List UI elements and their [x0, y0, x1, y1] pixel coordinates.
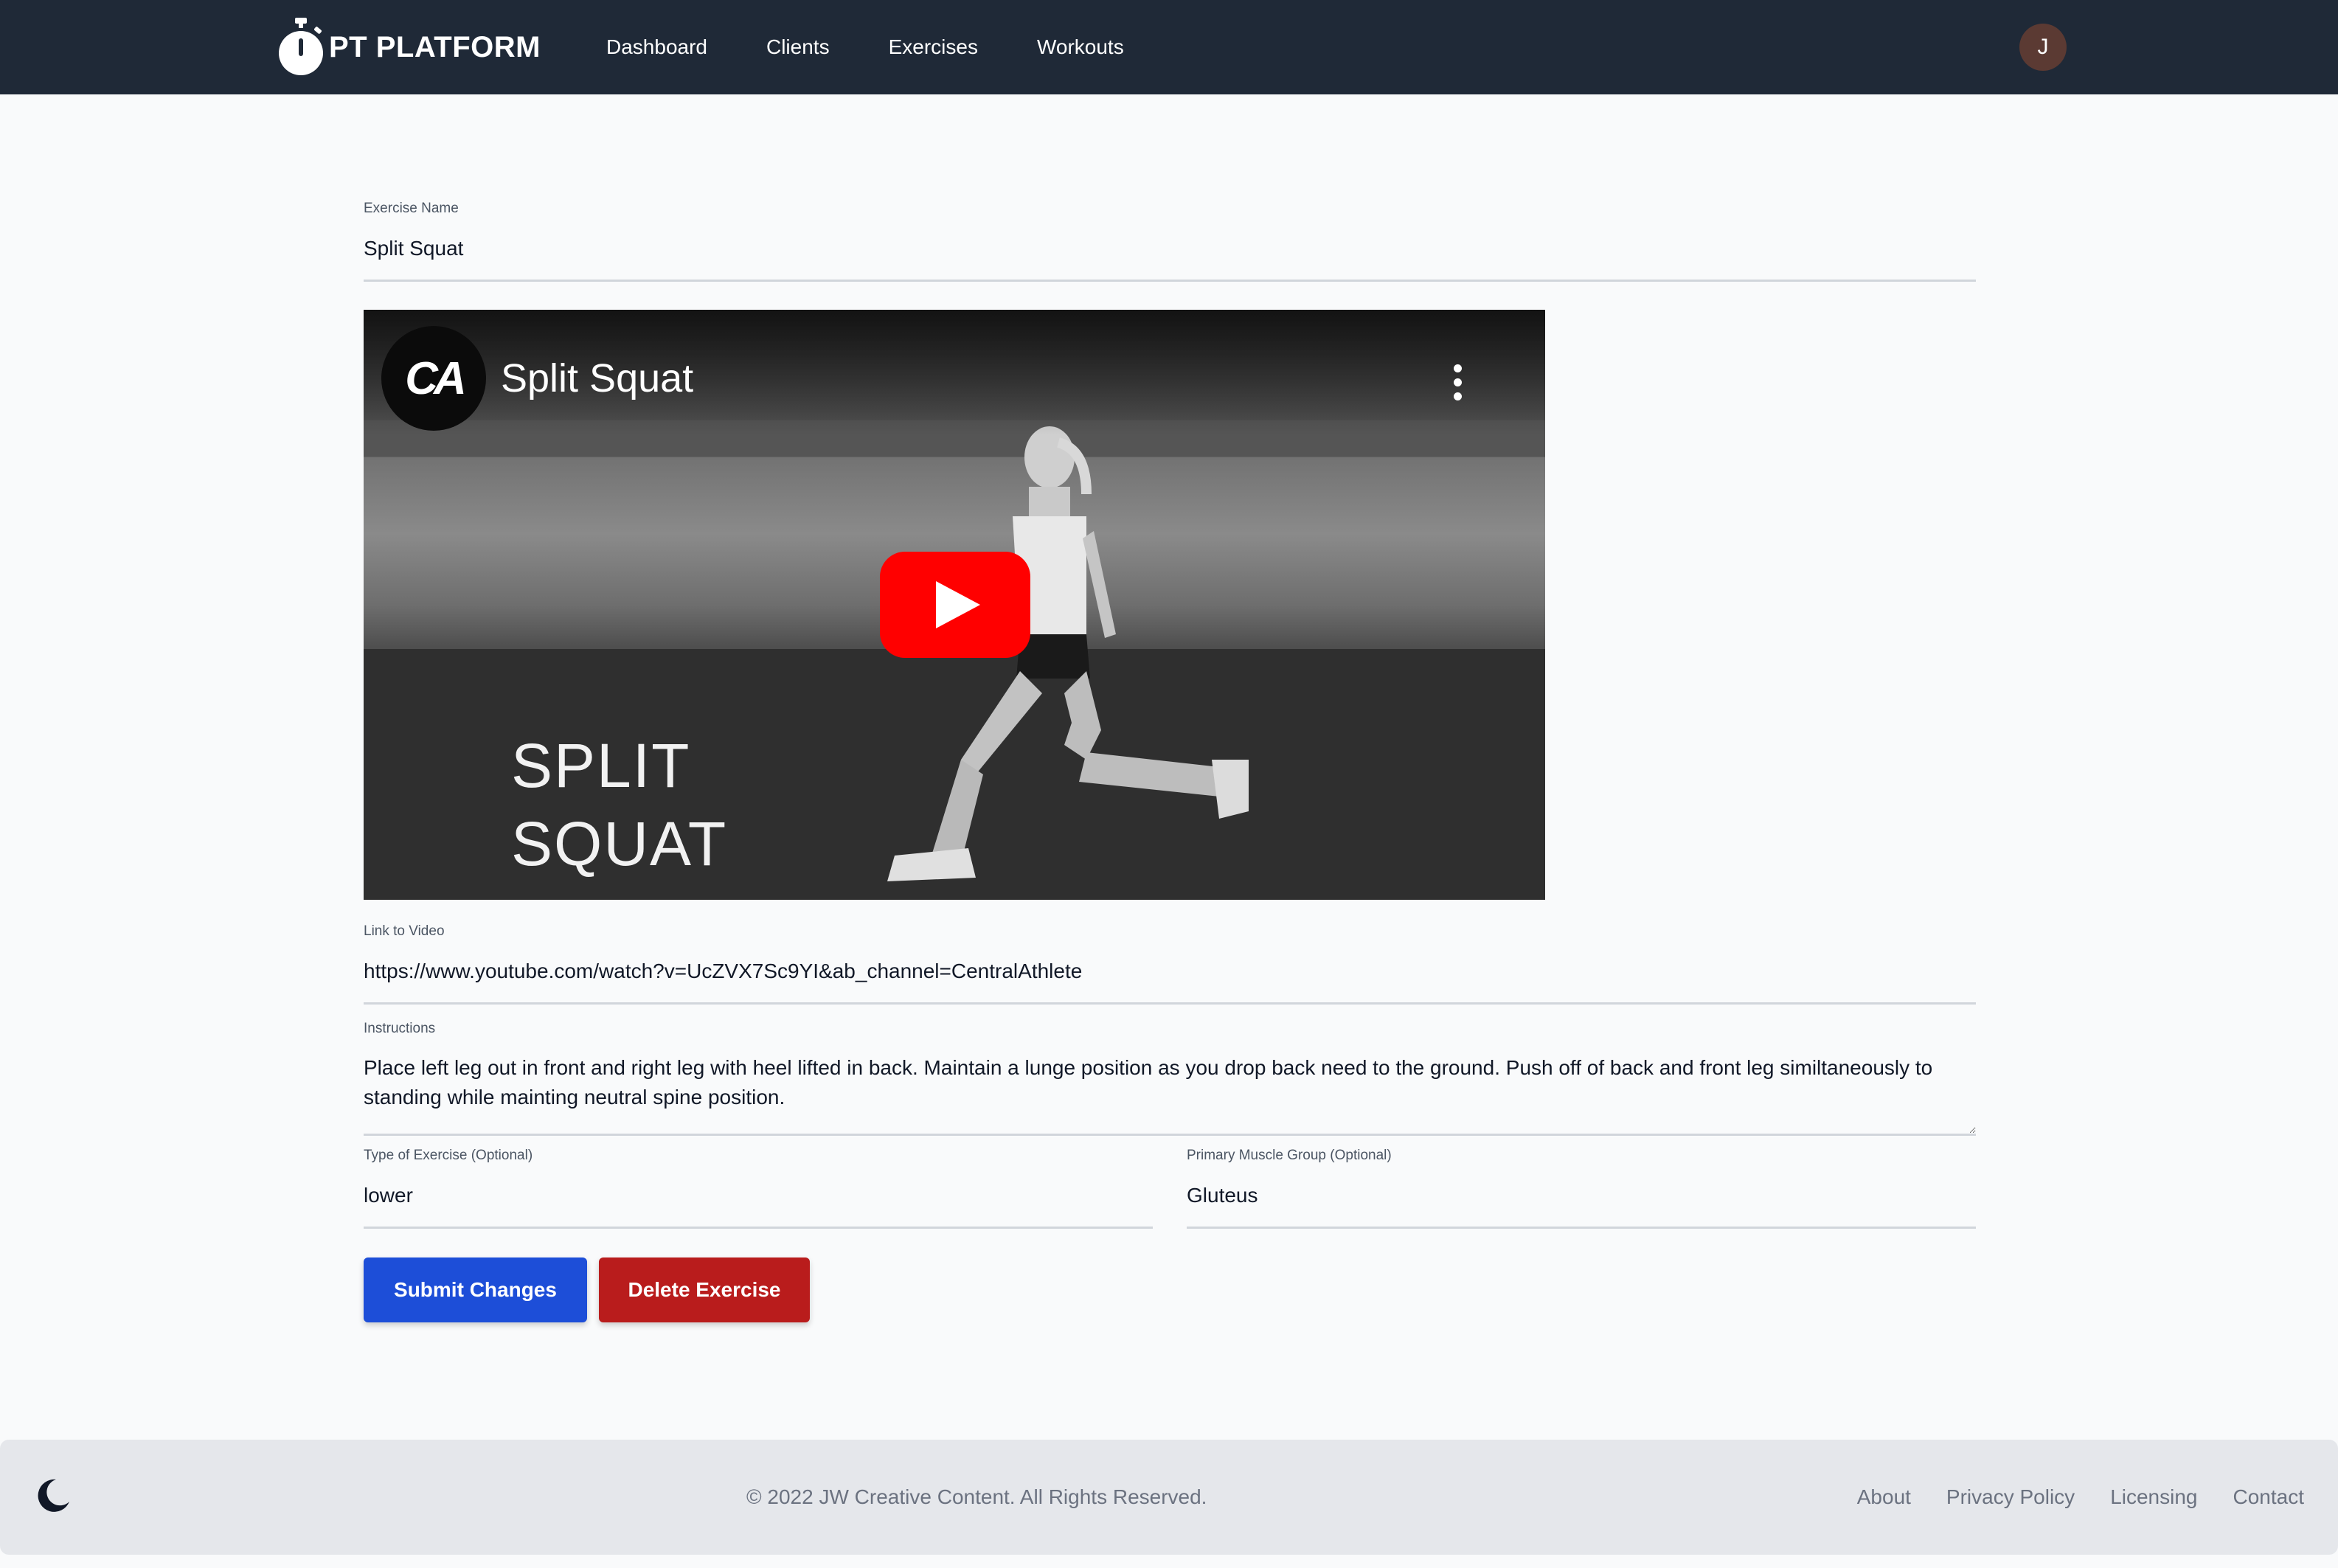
- video-link-field: Link to Video: [364, 923, 1976, 1005]
- video-overlay-text-2: SQUAT: [511, 809, 728, 878]
- delete-exercise-button[interactable]: Delete Exercise: [599, 1257, 810, 1322]
- nav-clients[interactable]: Clients: [766, 35, 830, 59]
- exercise-name-input[interactable]: [364, 229, 1976, 282]
- channel-logo-text: CA: [405, 353, 467, 404]
- kebab-menu-icon[interactable]: [1454, 364, 1463, 401]
- play-icon: [936, 581, 980, 628]
- footer-link-about[interactable]: About: [1857, 1485, 1911, 1509]
- exercise-name-label: Exercise Name: [364, 201, 459, 216]
- nav-exercises[interactable]: Exercises: [889, 35, 978, 59]
- video-embed[interactable]: CA Split Squat SPLIT SQUAT: [364, 310, 1545, 900]
- navbar: PT PLATFORM Dashboard Clients Exercises …: [0, 0, 2338, 94]
- exercise-type-input[interactable]: [364, 1176, 1153, 1229]
- footer-link-privacy-policy[interactable]: Privacy Policy: [1946, 1485, 2075, 1509]
- channel-logo[interactable]: CA: [381, 326, 486, 431]
- footer-link-licensing[interactable]: Licensing: [2110, 1485, 2197, 1509]
- exercise-type-label: Type of Exercise (Optional): [364, 1148, 533, 1163]
- video-link-label: Link to Video: [364, 923, 445, 939]
- moon-icon[interactable]: [34, 1477, 72, 1515]
- video-title[interactable]: Split Squat: [501, 355, 693, 401]
- copyright-text: © 2022 JW Creative Content. All Rights R…: [746, 1485, 1207, 1508]
- video-overlay-text-1: SPLIT: [511, 731, 691, 800]
- instructions-label: Instructions: [364, 1021, 436, 1036]
- exercise-type-field: Type of Exercise (Optional): [364, 1148, 1153, 1229]
- stopwatch-icon: [279, 18, 323, 75]
- brand-name: PT PLATFORM: [329, 30, 541, 63]
- user-avatar[interactable]: J: [2019, 24, 2067, 71]
- instructions-textarea[interactable]: Place left leg out in front and right le…: [364, 1053, 1976, 1136]
- muscle-group-label: Primary Muscle Group (Optional): [1187, 1148, 1392, 1163]
- muscle-group-input[interactable]: [1187, 1176, 1976, 1229]
- nav-dashboard[interactable]: Dashboard: [606, 35, 707, 59]
- exercise-name-field: Exercise Name: [364, 201, 1976, 282]
- nav-workouts[interactable]: Workouts: [1037, 35, 1124, 59]
- footer: © 2022 JW Creative Content. All Rights R…: [0, 1440, 2338, 1555]
- instructions-field: Instructions Place left leg out in front…: [364, 1021, 1976, 1136]
- main-nav: Dashboard Clients Exercises Workouts: [606, 0, 1183, 94]
- video-link-input[interactable]: [364, 951, 1976, 1005]
- brand-link[interactable]: PT PLATFORM: [274, 16, 541, 78]
- submit-changes-button[interactable]: Submit Changes: [364, 1257, 587, 1322]
- footer-link-contact[interactable]: Contact: [2233, 1485, 2305, 1509]
- muscle-group-field: Primary Muscle Group (Optional): [1187, 1148, 1976, 1229]
- footer-nav: About Privacy Policy Licensing Contact: [1822, 1440, 2304, 1555]
- play-button[interactable]: [880, 552, 1030, 658]
